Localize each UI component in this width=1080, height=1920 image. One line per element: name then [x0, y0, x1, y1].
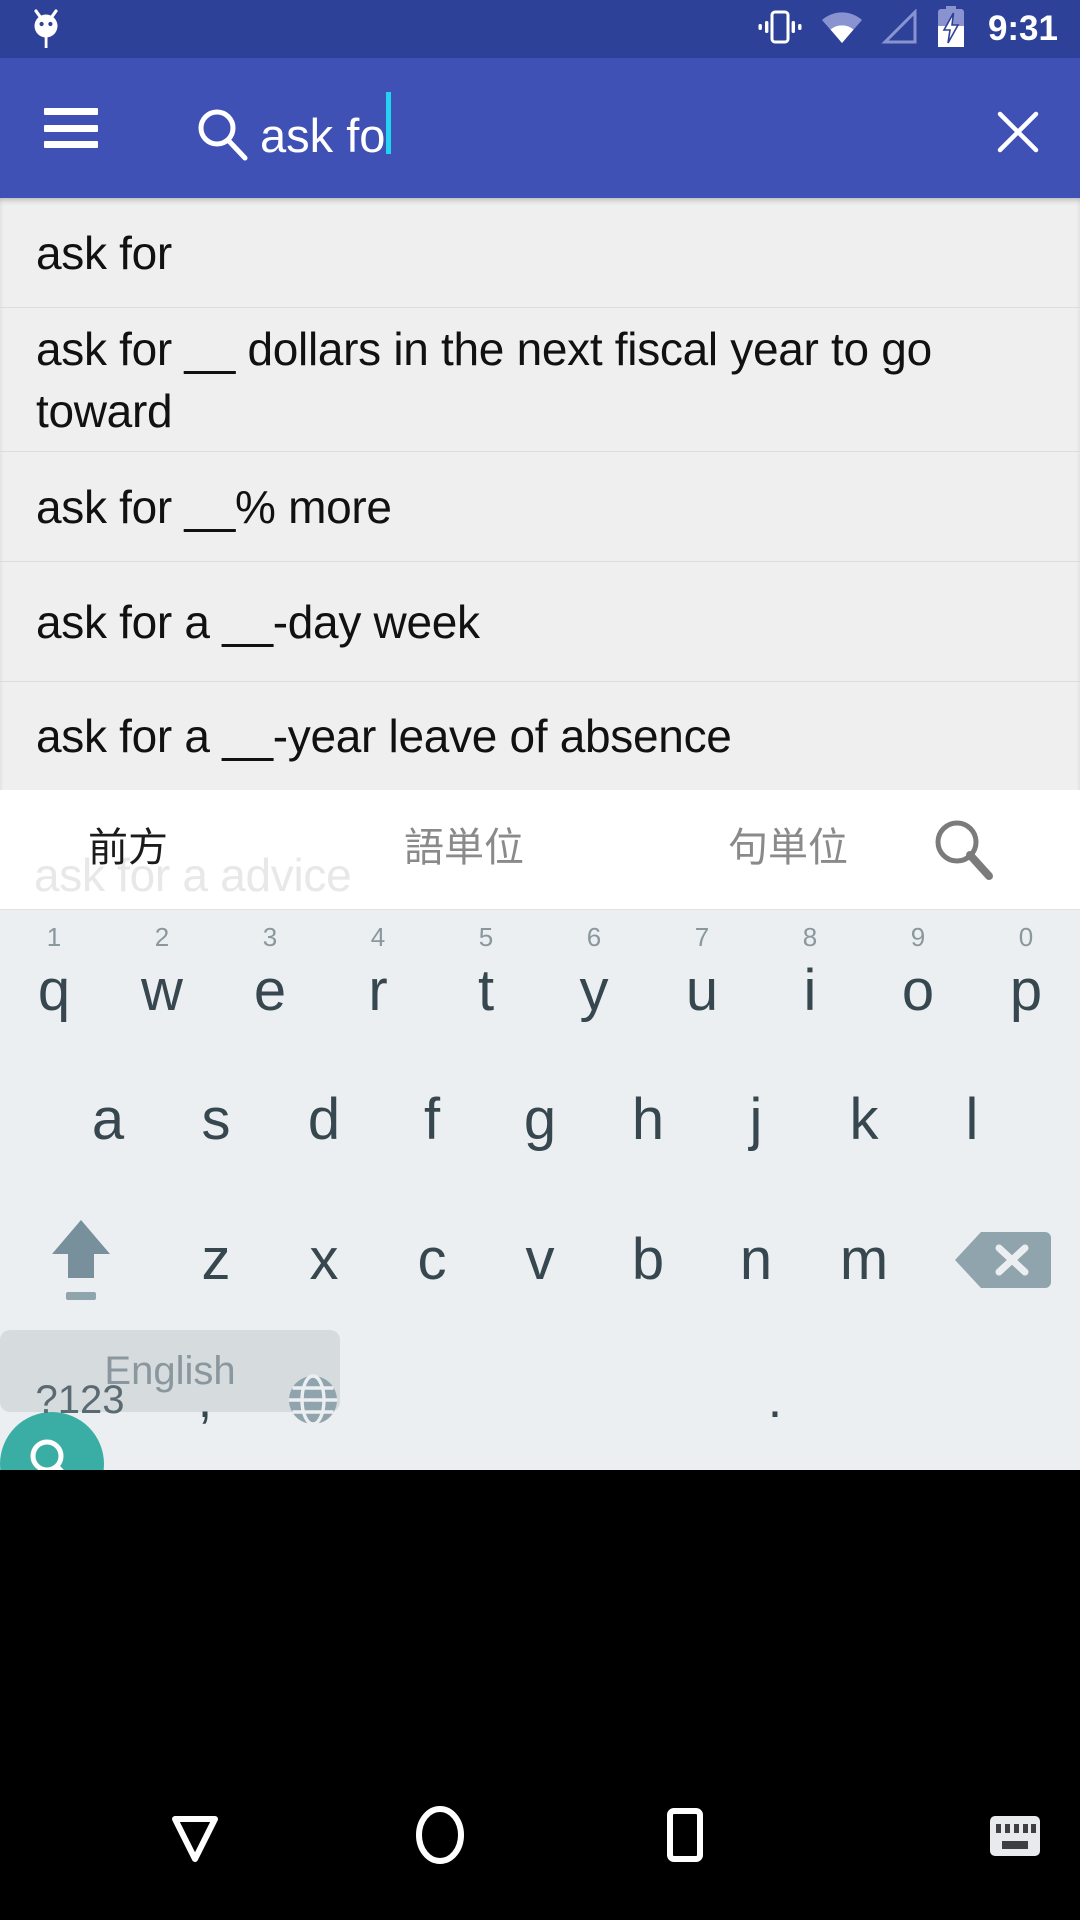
keyboard-row-2: a s d f g h j k l	[0, 1050, 1080, 1190]
signal-icon	[880, 7, 920, 50]
language-globe-icon[interactable]	[258, 1330, 368, 1470]
close-icon[interactable]	[992, 106, 1044, 158]
key-l[interactable]: l	[918, 1050, 1026, 1190]
key-w[interactable]: 2w	[108, 910, 216, 1050]
search-icon	[192, 104, 252, 169]
list-item[interactable]: ask for __ dollars in the next fiscal ye…	[0, 308, 1080, 452]
on-screen-keyboard: 1q 2w 3e 4r 5t 6y 7u 8i 9o 0p a s d f g …	[0, 910, 1080, 1516]
back-triangle-icon[interactable]	[130, 1775, 260, 1895]
suggestion-text: ask for __% more	[36, 480, 392, 533]
key-a[interactable]: a	[54, 1050, 162, 1190]
keyboard-row-3: z x c v b n m	[0, 1190, 1080, 1330]
suggestion-text: ask for __ dollars in the next fiscal ye…	[36, 322, 932, 437]
vibrate-icon	[756, 8, 804, 51]
key-n[interactable]: n	[702, 1190, 810, 1330]
android-robot-icon	[26, 4, 66, 55]
battery-charging-icon	[936, 5, 966, 53]
search-input[interactable]: ask fo	[260, 92, 820, 184]
shift-arrow-icon[interactable]	[6, 1190, 156, 1330]
keyboard-icon[interactable]	[960, 1775, 1070, 1895]
key-b[interactable]: b	[594, 1190, 702, 1330]
status-bar-icons: 9:31	[756, 0, 1080, 58]
text-caret	[386, 92, 392, 154]
ghost-suggestion-text: ask for a advice	[34, 849, 352, 901]
ime-mode-word[interactable]: 語単位	[404, 818, 524, 878]
suggestion-text: ask for a __-day week	[36, 595, 480, 648]
key-j[interactable]: j	[702, 1050, 810, 1190]
keyboard-row-1: 1q 2w 3e 4r 5t 6y 7u 8i 9o 0p	[0, 910, 1080, 1050]
app-toolbar: ask fo	[0, 58, 1080, 232]
status-bar-notifications	[0, 4, 66, 55]
key-q[interactable]: 1q	[0, 910, 108, 1050]
ime-candidate-strip: ask for a advice 前方 語単位 句単位	[0, 790, 1080, 910]
key-c[interactable]: c	[378, 1190, 486, 1330]
recents-square-icon[interactable]	[620, 1775, 750, 1895]
key-y[interactable]: 6y	[540, 910, 648, 1050]
status-bar-clock: 9:31	[987, 9, 1058, 48]
list-item[interactable]: ask for __% more	[0, 452, 1080, 562]
key-v[interactable]: v	[486, 1190, 594, 1330]
key-g[interactable]: g	[486, 1050, 594, 1190]
keyboard-row-4: ?123 , English .	[0, 1330, 1080, 1516]
suggestion-text: ask for a __-year leave of absence	[36, 710, 732, 762]
suggestion-text: ask for	[36, 226, 172, 279]
key-t[interactable]: 5t	[432, 910, 540, 1050]
period-key[interactable]: .	[720, 1330, 830, 1470]
list-item[interactable]: ask for a __-year leave of absence	[0, 682, 1080, 790]
phone-screen: 9:31 ask fo ask for ask for __ dollars i…	[0, 0, 1080, 1920]
key-k[interactable]: k	[810, 1050, 918, 1190]
backspace-icon[interactable]	[926, 1190, 1076, 1330]
key-s[interactable]: s	[162, 1050, 270, 1190]
key-h[interactable]: h	[594, 1050, 702, 1190]
status-bar: 9:31	[0, 0, 1080, 58]
ime-mode-phrase[interactable]: 句単位	[728, 818, 848, 878]
key-m[interactable]: m	[810, 1190, 918, 1330]
key-p[interactable]: 0p	[972, 910, 1080, 1050]
key-e[interactable]: 3e	[216, 910, 324, 1050]
hamburger-menu-icon[interactable]	[44, 108, 98, 148]
symbols-key[interactable]: ?123	[0, 1330, 160, 1470]
wifi-icon	[820, 9, 864, 50]
key-z[interactable]: z	[162, 1190, 270, 1330]
list-item[interactable]: ask for	[0, 198, 1080, 308]
search-icon[interactable]	[930, 816, 998, 889]
system-navigation-bar	[0, 1470, 1080, 1920]
key-r[interactable]: 4r	[324, 910, 432, 1050]
key-x[interactable]: x	[270, 1190, 378, 1330]
key-d[interactable]: d	[270, 1050, 378, 1190]
key-f[interactable]: f	[378, 1050, 486, 1190]
home-circle-icon[interactable]	[375, 1775, 505, 1895]
search-suggestions-list: ask for ask for __ dollars in the next f…	[0, 198, 1080, 790]
comma-key[interactable]: ,	[150, 1330, 260, 1470]
key-o[interactable]: 9o	[864, 910, 972, 1050]
ime-mode-prefix[interactable]: 前方	[88, 818, 168, 878]
key-u[interactable]: 7u	[648, 910, 756, 1050]
key-i[interactable]: 8i	[756, 910, 864, 1050]
list-item[interactable]: ask for a __-day week	[0, 562, 1080, 682]
search-input-value: ask fo	[260, 109, 386, 162]
